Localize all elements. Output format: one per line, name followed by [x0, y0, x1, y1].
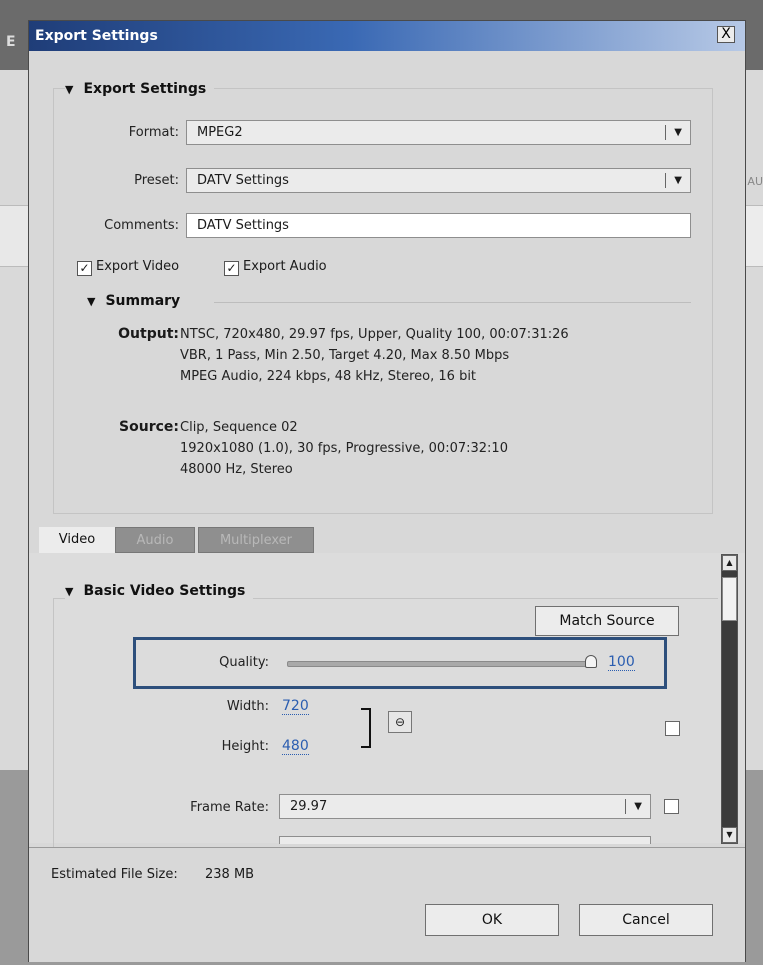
background-app-tab-fragment: AU [747, 175, 763, 188]
export-settings-heading-label: Export Settings [83, 81, 207, 97]
source-line-3: 48000 Hz, Stereo [180, 462, 293, 477]
export-settings-dialog: Export Settings X ▼ Export Settings Forma… [28, 20, 746, 962]
preset-value: DATV Settings [197, 173, 289, 188]
dialog-title: Export Settings [35, 28, 158, 44]
dialog-title-bar[interactable]: Export Settings X [29, 21, 745, 51]
output-line-2: VBR, 1 Pass, Min 2.50, Target 4.20, Max … [180, 348, 510, 363]
scrollbar-thumb[interactable] [722, 577, 737, 621]
close-button[interactable]: X [717, 26, 735, 43]
tab-audio[interactable]: Audio [115, 527, 195, 553]
quality-highlight-box [133, 637, 667, 689]
output-label: Output: [118, 326, 179, 342]
width-value[interactable]: 720 [282, 698, 309, 715]
frame-rate-label: Frame Rate: [190, 800, 269, 815]
background-app-letter: E [6, 34, 16, 50]
preset-label: Preset: [134, 173, 179, 188]
width-label: Width: [226, 699, 269, 714]
source-line-2: 1920x1080 (1.0), 30 fps, Progressive, 00… [180, 441, 508, 456]
export-audio-label: Export Audio [243, 259, 327, 274]
chevron-down-icon: ▼ [674, 175, 682, 186]
ok-button[interactable]: OK [425, 904, 559, 936]
checkbox-checked-icon: ✓ [77, 261, 92, 276]
video-panel-scrollbar[interactable]: ▲ ▼ [721, 554, 738, 844]
preset-dropdown[interactable]: DATV Settings ▼ [186, 168, 691, 193]
link-chain-icon[interactable]: ⊖ [388, 711, 412, 733]
estimated-file-size-value: 238 MB [205, 867, 255, 882]
dimension-checkbox[interactable] [665, 721, 680, 736]
comments-field[interactable]: DATV Settings [186, 213, 691, 238]
match-source-button[interactable]: Match Source [535, 606, 679, 636]
frame-rate-value: 29.97 [290, 799, 328, 814]
format-dropdown[interactable]: MPEG2 ▼ [186, 120, 691, 145]
basic-video-settings-heading[interactable]: ▼ Basic Video Settings [65, 583, 254, 599]
format-label: Format: [128, 125, 179, 140]
dropdown-separator [625, 799, 626, 814]
dropdown-separator [665, 173, 666, 188]
checkbox-checked-icon: ✓ [224, 261, 239, 276]
chevron-down-icon: ▼ [634, 801, 642, 812]
summary-heading[interactable]: ▼ Summary [87, 293, 180, 309]
cancel-button[interactable]: Cancel [579, 904, 713, 936]
source-label: Source: [119, 419, 179, 435]
comments-label: Comments: [104, 218, 179, 233]
chevron-down-icon: ▼ [674, 127, 682, 138]
format-value: MPEG2 [197, 125, 243, 140]
export-video-label: Export Video [96, 259, 180, 274]
disclosure-triangle-icon: ▼ [87, 295, 96, 308]
output-line-1: NTSC, 720x480, 29.97 fps, Upper, Quality… [180, 327, 569, 342]
dialog-footer: Estimated File Size: 238 MB OK Cancel [29, 847, 745, 962]
scroll-down-icon[interactable]: ▼ [722, 827, 737, 843]
tab-video[interactable]: Video [39, 527, 115, 553]
next-dropdown-partial[interactable] [279, 836, 651, 844]
disclosure-triangle-icon: ▼ [65, 585, 74, 598]
basic-video-settings-label: Basic Video Settings [83, 583, 246, 599]
export-settings-heading[interactable]: ▼ Export Settings [65, 81, 215, 97]
close-icon: X [721, 26, 731, 42]
dropdown-separator [665, 125, 666, 140]
summary-divider [214, 302, 691, 303]
summary-heading-label: Summary [105, 293, 181, 309]
export-audio-checkbox[interactable]: ✓ Export Audio [224, 259, 327, 276]
tab-multiplexer[interactable]: Multiplexer [198, 527, 314, 553]
source-line-1: Clip, Sequence 02 [180, 420, 298, 435]
export-video-checkbox[interactable]: ✓ Export Video [77, 259, 179, 276]
height-label: Height: [221, 739, 269, 754]
frame-rate-dropdown[interactable]: 29.97 ▼ [279, 794, 651, 819]
estimated-file-size-label: Estimated File Size: [51, 867, 178, 882]
frame-rate-checkbox[interactable] [664, 799, 679, 814]
disclosure-triangle-icon: ▼ [65, 83, 74, 96]
output-line-3: MPEG Audio, 224 kbps, 48 kHz, Stereo, 16… [180, 369, 477, 384]
dimension-link-bracket [361, 708, 371, 748]
scroll-up-icon[interactable]: ▲ [722, 555, 737, 571]
height-value[interactable]: 480 [282, 738, 309, 755]
